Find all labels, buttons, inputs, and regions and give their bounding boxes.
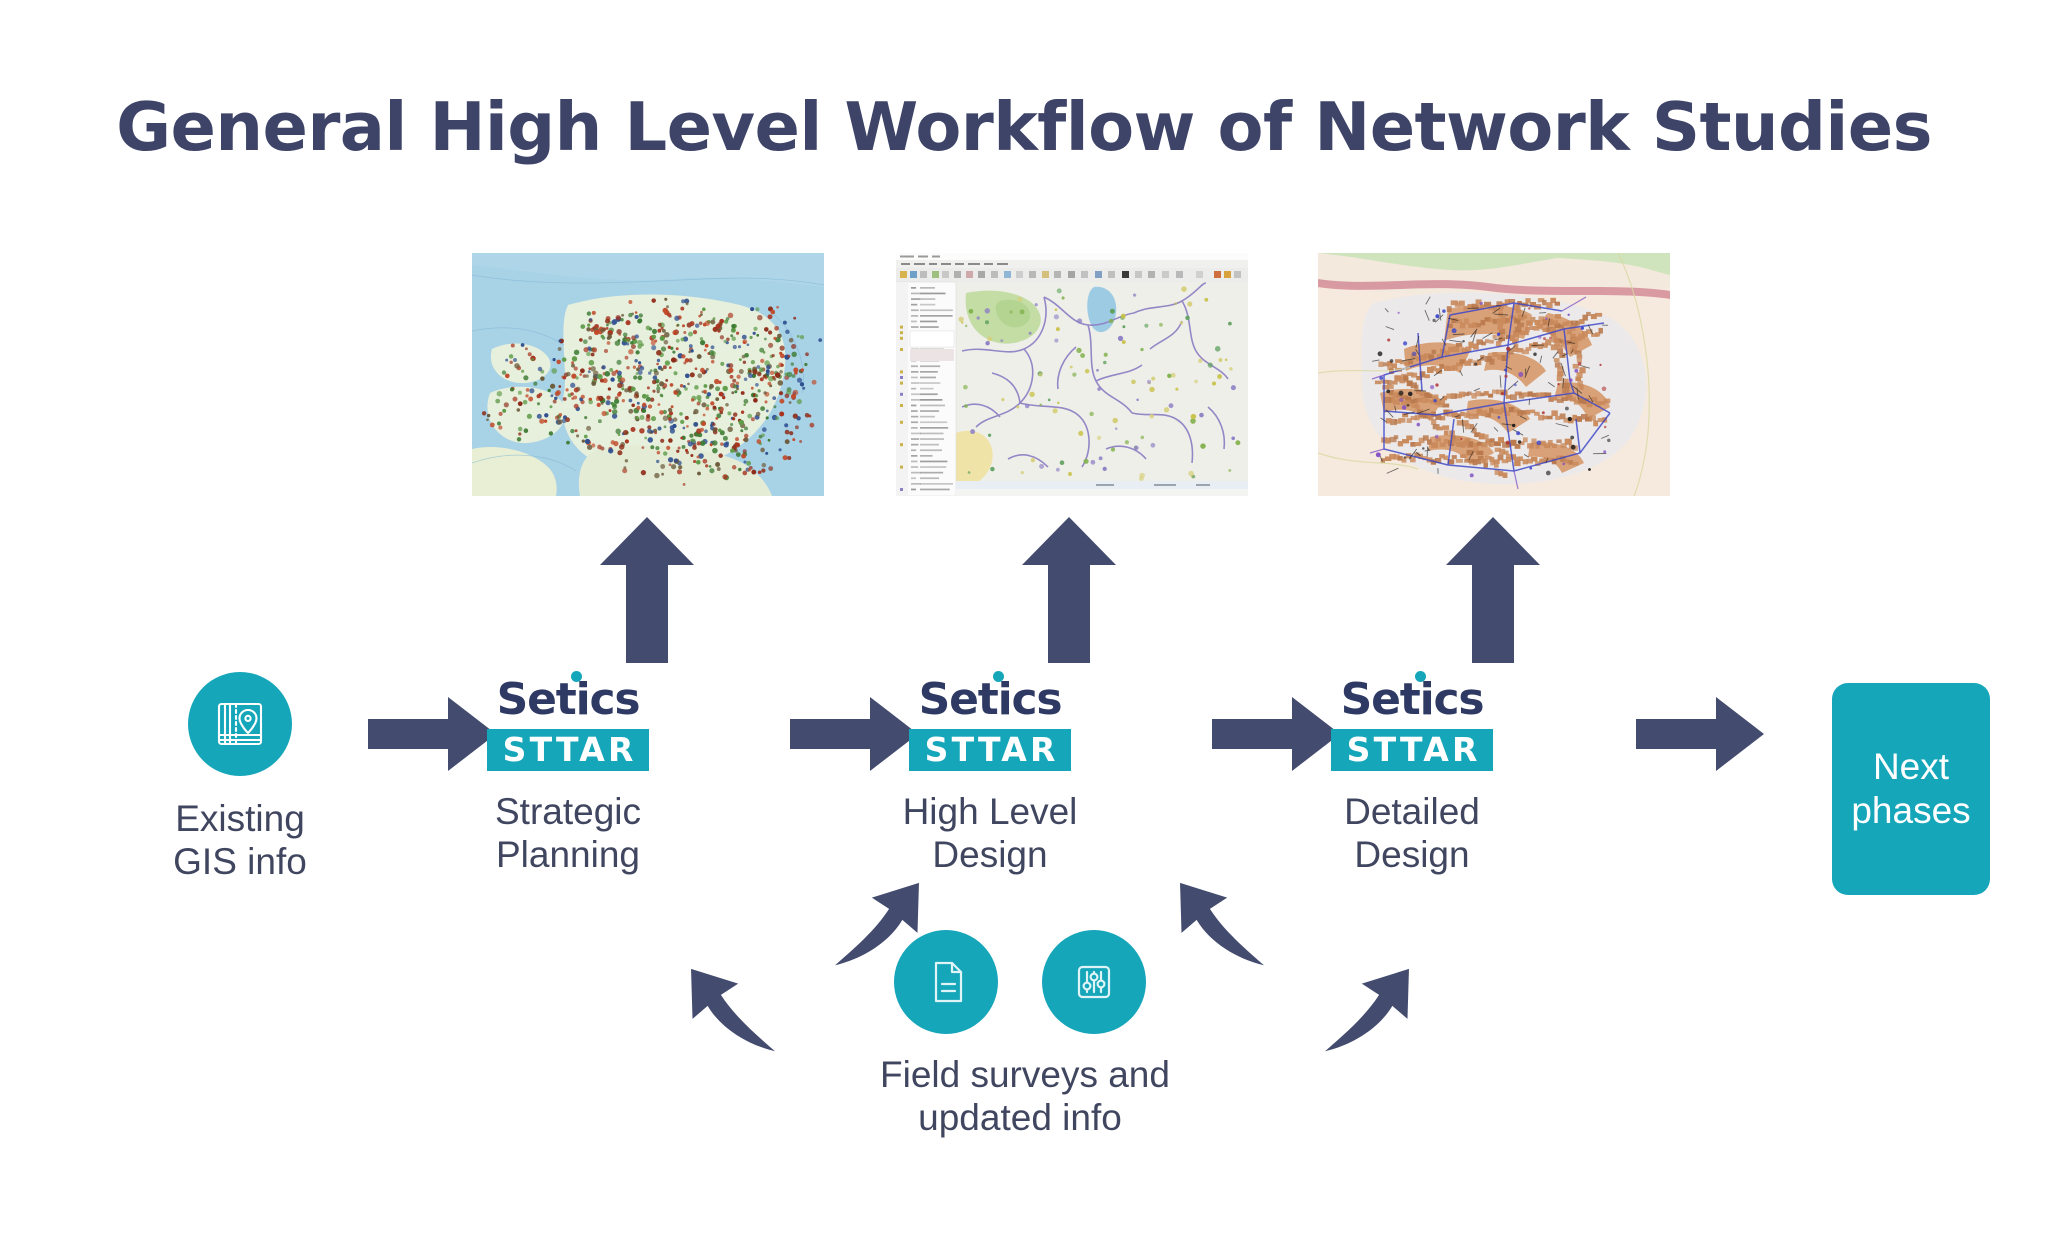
- label-line-2: GIS info: [173, 840, 307, 882]
- thumbnail-regional-coverage-map: [472, 253, 824, 496]
- label-line-1: Field surveys and: [880, 1054, 1170, 1095]
- up-arrow-high-level-design: [1022, 517, 1116, 663]
- stage-label-existing-gis-info: Existing GIS info: [120, 798, 360, 884]
- diagram-canvas: General High Level Workflow of Network S…: [0, 0, 2048, 1252]
- stage-existing-gis-info[interactable]: Existing GIS info: [120, 672, 360, 884]
- logo-accent-dot: [993, 671, 1004, 682]
- logo-accent-dot: [571, 671, 582, 682]
- label-line-2: updated info: [918, 1096, 1122, 1138]
- setics-sttar-logo: Setics STTAR: [909, 671, 1071, 771]
- page-title: General High Level Workflow of Network S…: [116, 88, 1932, 166]
- stage-next-phases[interactable]: Next phases: [1832, 683, 1990, 895]
- label-line-2: Planning: [495, 833, 640, 875]
- stage-label-strategic-planning: Strategic Planning: [438, 791, 698, 877]
- stage-strategic-planning[interactable]: Setics STTAR Strategic Planning: [438, 671, 698, 877]
- right-arrow-detailed-to-next-phases: [1636, 697, 1764, 771]
- setics-sttar-logo: Setics STTAR: [1331, 671, 1493, 771]
- up-arrow-strategic-planning: [600, 517, 694, 663]
- curved-arrow-feedback-to-high-level-right: [1175, 876, 1271, 972]
- label-line-2: phases: [1851, 790, 1971, 831]
- label-line-2: Design: [1354, 833, 1470, 875]
- feedback-field-surveys[interactable]: Field surveys and updated info: [880, 930, 1170, 1140]
- stage-detailed-design[interactable]: Setics STTAR Detailed Design: [1282, 671, 1542, 877]
- label-line-1: Existing: [175, 798, 305, 839]
- logo-accent-dot: [1415, 671, 1426, 682]
- setics-sttar-logo: Setics STTAR: [487, 671, 649, 771]
- label-line-1: Next: [1872, 745, 1950, 787]
- logo-wordmark-setics: Setics: [496, 674, 641, 725]
- logo-wordmark-sttar: STTAR: [1331, 729, 1493, 771]
- label-line-1: Strategic: [494, 791, 641, 832]
- label-line-1: High Level: [902, 791, 1078, 832]
- curved-arrow-feedback-to-strategic: [686, 962, 782, 1058]
- thumbnail-gis-application-window: [896, 253, 1248, 496]
- logo-wordmark-setics: Setics: [918, 674, 1063, 725]
- logo-wordmark-setics: Setics: [1340, 674, 1485, 725]
- label-line-2: Design: [932, 833, 1048, 875]
- feedback-icon-group: [880, 930, 1160, 1034]
- logo-wordmark-sttar: STTAR: [487, 729, 649, 771]
- sliders-icon: [1042, 930, 1146, 1034]
- stage-high-level-design[interactable]: Setics STTAR High Level Design: [860, 671, 1120, 877]
- next-phases-label: Next phases: [1851, 745, 1970, 834]
- stage-label-detailed-design: Detailed Design: [1282, 791, 1542, 877]
- label-line-1: Detailed: [1344, 791, 1480, 832]
- map-book-pin-icon: [188, 672, 292, 776]
- document-icon: [894, 930, 998, 1034]
- feedback-label: Field surveys and updated info: [880, 1054, 1170, 1140]
- thumbnail-detailed-urban-map: [1318, 253, 1670, 496]
- stage-label-high-level-design: High Level Design: [860, 791, 1120, 877]
- curved-arrow-feedback-to-detailed: [1318, 962, 1414, 1058]
- logo-wordmark-sttar: STTAR: [909, 729, 1071, 771]
- up-arrow-detailed-design: [1446, 517, 1540, 663]
